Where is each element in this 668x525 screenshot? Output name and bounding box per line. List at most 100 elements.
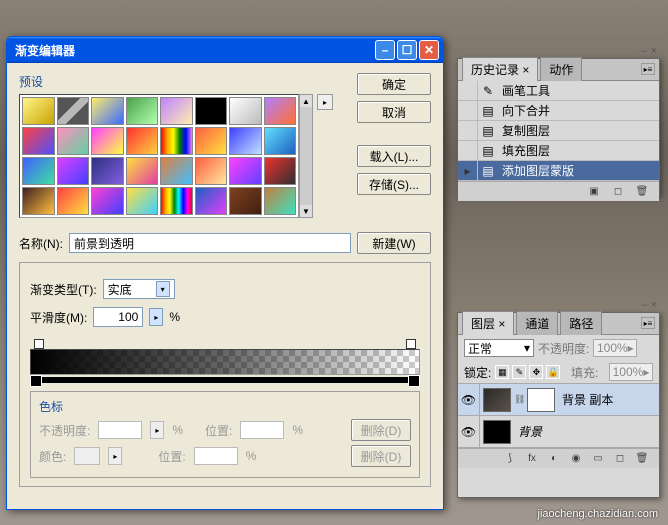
save-button[interactable]: 存储(S)... (357, 173, 431, 195)
titlebar[interactable]: 渐变编辑器 – ☐ ✕ (7, 37, 443, 63)
tab-channels[interactable]: 通道 (516, 311, 558, 335)
adjustment-layer-icon[interactable]: ◉ (569, 452, 583, 466)
gradient-swatch[interactable] (57, 127, 90, 155)
gradient-swatch[interactable] (160, 127, 193, 155)
color-stop-track[interactable] (34, 377, 416, 383)
layer-group-icon[interactable]: ▭ (591, 452, 605, 466)
gradient-swatch[interactable] (229, 157, 262, 185)
minimize-button[interactable]: – (375, 40, 395, 60)
visibility-toggle-icon[interactable]: 👁 (458, 384, 480, 415)
trash-icon[interactable]: 🗑 (635, 185, 649, 199)
gradient-swatch[interactable] (126, 97, 159, 125)
layer-name[interactable]: 背景 副本 (558, 391, 613, 408)
gradient-swatch[interactable] (126, 187, 159, 215)
layer-mask-icon[interactable]: ◐ (547, 452, 561, 466)
gradient-swatch[interactable] (57, 157, 90, 185)
lock-transparency-icon[interactable]: ▦ (495, 365, 509, 379)
opacity-stop-left[interactable] (34, 339, 44, 349)
panel-collapse-icon[interactable]: – × (641, 299, 657, 311)
blend-mode-select[interactable]: 正常▾ (464, 339, 534, 357)
gradient-swatch[interactable] (22, 97, 55, 125)
panel-menu-button[interactable]: ▸≡ (641, 317, 655, 329)
new-layer-icon[interactable]: ◻ (613, 452, 627, 466)
gradient-swatch[interactable] (229, 127, 262, 155)
gradient-swatch[interactable] (91, 157, 124, 185)
type-select[interactable]: 实底 ▾ (103, 279, 175, 299)
tab-paths[interactable]: 路径 (560, 311, 602, 335)
presets-menu-button[interactable]: ▸ (317, 94, 333, 110)
scroll-up-icon[interactable]: ▲ (300, 95, 312, 107)
mask-thumbnail[interactable] (527, 388, 555, 412)
history-new-icon[interactable]: ◻ (611, 185, 625, 199)
gradient-swatch[interactable] (91, 187, 124, 215)
stop-color-picker-icon: ▸ (108, 447, 122, 465)
panel-collapse-icon[interactable]: – × (641, 45, 657, 57)
layer-name[interactable]: 背景 (514, 423, 542, 440)
visibility-toggle-icon[interactable]: 👁 (458, 416, 480, 447)
layer-fx-icon[interactable]: fx (525, 452, 539, 466)
close-button[interactable]: ✕ (419, 40, 439, 60)
gradient-swatch[interactable] (91, 127, 124, 155)
gradient-swatch[interactable] (264, 127, 297, 155)
name-input[interactable] (69, 233, 351, 253)
gradient-swatch[interactable] (264, 97, 297, 125)
scroll-down-icon[interactable]: ▼ (300, 205, 312, 217)
preset-scrollbar[interactable]: ▲ ▼ (299, 94, 313, 218)
opacity-value[interactable]: 100%▸ (593, 339, 637, 357)
gradient-swatch[interactable] (229, 187, 262, 215)
layer-thumbnail[interactable] (483, 388, 511, 412)
gradient-swatch[interactable] (264, 187, 297, 215)
link-layers-icon[interactable]: ⟆ (503, 452, 517, 466)
gradient-swatch[interactable] (195, 97, 228, 125)
lock-all-icon[interactable]: 🔒 (546, 365, 560, 379)
stop-position2-label: 位置: (158, 448, 185, 465)
history-snapshot-icon[interactable]: ▣ (587, 185, 601, 199)
layer-thumbnail[interactable] (483, 420, 511, 444)
history-item[interactable]: ▤复制图层 (458, 121, 659, 141)
maximize-button[interactable]: ☐ (397, 40, 417, 60)
ok-button[interactable]: 确定 (357, 73, 431, 95)
gradient-swatch[interactable] (229, 97, 262, 125)
gradient-swatch[interactable] (57, 97, 90, 125)
trash-icon[interactable]: 🗑 (635, 452, 649, 466)
history-item[interactable]: ▤向下合并 (458, 101, 659, 121)
opacity-stop-right[interactable] (406, 339, 416, 349)
fill-value[interactable]: 100%▸ (609, 363, 653, 381)
smoothness-input[interactable] (93, 307, 143, 327)
gradient-swatch[interactable] (160, 187, 193, 215)
gradient-swatch[interactable] (57, 187, 90, 215)
gradient-swatch[interactable] (22, 157, 55, 185)
smoothness-dropdown-icon[interactable]: ▸ (149, 308, 163, 326)
load-button[interactable]: 载入(L)... (357, 145, 431, 167)
gradient-swatch[interactable] (264, 157, 297, 185)
new-button[interactable]: 新建(W) (357, 232, 431, 254)
layer-row[interactable]: 👁 ⛓ 背景 副本 (458, 384, 659, 416)
gradient-swatch[interactable] (126, 157, 159, 185)
cancel-button[interactable]: 取消 (357, 101, 431, 123)
tab-layers[interactable]: 图层 × (462, 311, 514, 335)
smoothness-label: 平滑度(M): (30, 309, 87, 326)
tab-history[interactable]: 历史记录 × (462, 57, 538, 81)
gradient-swatch[interactable] (195, 187, 228, 215)
panel-menu-button[interactable]: ▸≡ (641, 63, 655, 75)
history-step-icon: ▤ (478, 164, 498, 178)
mask-link-icon[interactable]: ⛓ (514, 394, 524, 405)
gradient-swatch[interactable] (160, 97, 193, 125)
gradient-swatch[interactable] (195, 157, 228, 185)
gradient-swatch[interactable] (91, 97, 124, 125)
stops-label: 色标 (39, 398, 411, 415)
history-step-label: 复制图层 (498, 122, 550, 139)
gradient-swatch[interactable] (22, 187, 55, 215)
history-item[interactable]: ▸▤添加图层蒙版 (458, 161, 659, 181)
gradient-swatch[interactable] (22, 127, 55, 155)
history-item[interactable]: ▤填充图层 (458, 141, 659, 161)
lock-move-icon[interactable]: ✥ (529, 365, 543, 379)
lock-paint-icon[interactable]: ✎ (512, 365, 526, 379)
layer-row[interactable]: 👁 背景 (458, 416, 659, 448)
gradient-swatch[interactable] (126, 127, 159, 155)
gradient-swatch[interactable] (195, 127, 228, 155)
tab-actions[interactable]: 动作 (540, 57, 582, 81)
history-item[interactable]: ✎画笔工具 (458, 81, 659, 101)
gradient-bar[interactable] (30, 349, 420, 375)
gradient-swatch[interactable] (160, 157, 193, 185)
